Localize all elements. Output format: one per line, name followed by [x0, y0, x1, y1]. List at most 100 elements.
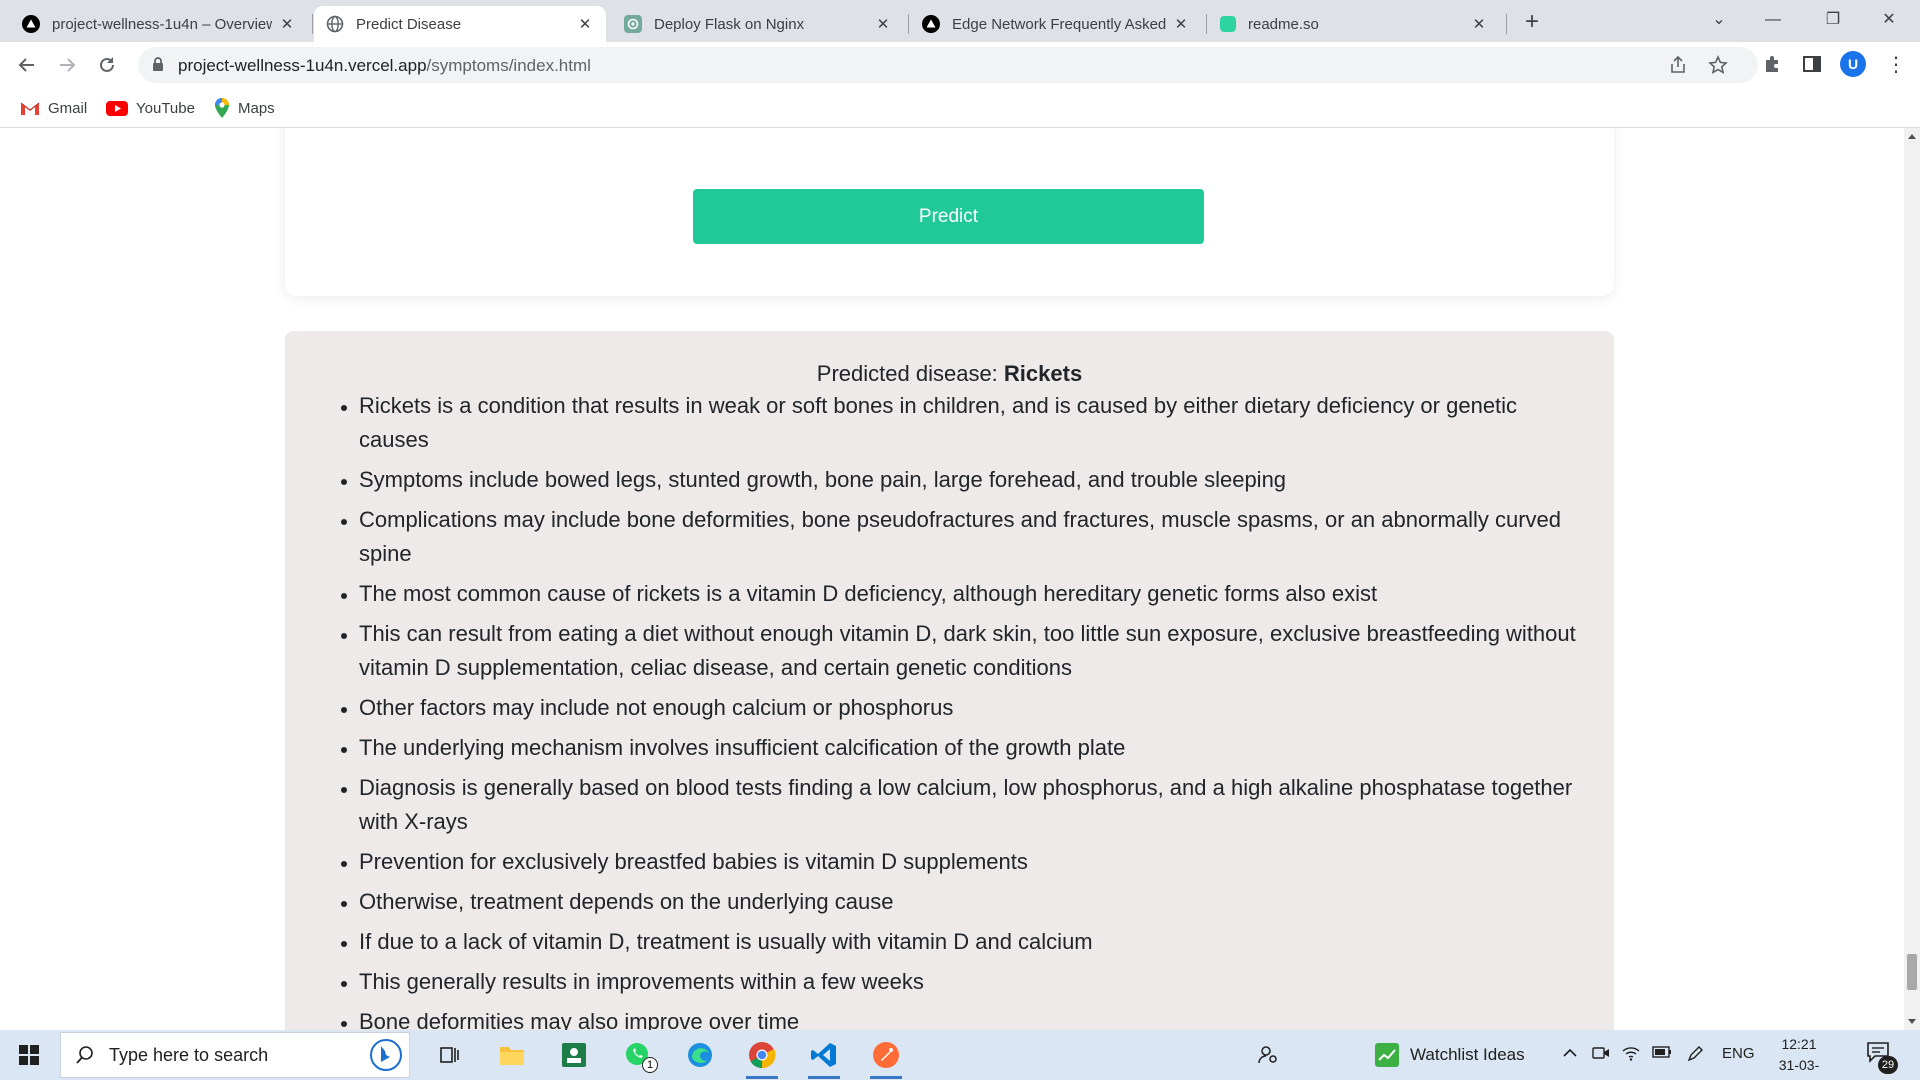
list-item: Complications may include bone deformiti…	[359, 503, 1579, 571]
tab-edge-network-faq[interactable]: Edge Network Frequently Asked Questions …	[910, 6, 1202, 42]
bookmark-label: Gmail	[48, 99, 88, 117]
stock-chart-icon	[1375, 1043, 1399, 1067]
tab-title: readme.so	[1248, 15, 1319, 33]
scrollbar-thumb[interactable]	[1907, 954, 1917, 990]
extensions-puzzle-icon[interactable]	[1762, 54, 1782, 79]
widget-label: Watchlist Ideas	[1410, 1045, 1525, 1064]
address-bar[interactable]: project-wellness-1u4n.vercel.app/symptom…	[138, 47, 1758, 83]
whatsapp-icon[interactable]: 1	[614, 1035, 662, 1075]
lock-icon	[152, 57, 164, 77]
tab-search-dropdown[interactable]: ⌄	[1696, 4, 1742, 36]
windows-taskbar: Type here to search 1 Watchlist Ideas EN…	[0, 1030, 1920, 1080]
side-panel-icon[interactable]	[1802, 54, 1822, 79]
close-window-button[interactable]: ✕	[1866, 4, 1912, 36]
bing-icon	[370, 1039, 402, 1071]
clock-date: 31-03-2023	[1778, 1057, 1820, 1080]
forward-button[interactable]	[52, 50, 82, 80]
forward-arrow-icon	[60, 58, 76, 72]
tab-divider	[1206, 14, 1207, 34]
profile-avatar[interactable]: U	[1840, 51, 1866, 77]
reload-icon	[100, 57, 114, 72]
scroll-up-arrow-icon[interactable]	[1908, 134, 1916, 139]
list-item: Rickets is a condition that results in w…	[359, 389, 1579, 457]
minimize-button[interactable]: —	[1750, 4, 1796, 36]
globe-icon	[326, 15, 344, 33]
edge-browser-icon[interactable]	[676, 1035, 724, 1075]
browser-menu-icon[interactable]: ⋮	[1884, 52, 1908, 78]
close-icon[interactable]: ✕	[576, 15, 594, 33]
back-button[interactable]	[12, 50, 42, 80]
whatsapp-badge: 1	[642, 1057, 658, 1073]
tab-title: Edge Network Frequently Asked Questions	[952, 15, 1166, 33]
scroll-down-arrow-icon[interactable]	[1908, 1019, 1916, 1024]
postman-icon[interactable]	[862, 1035, 910, 1079]
bookmark-label: Maps	[238, 99, 275, 117]
tab-divider	[312, 14, 313, 34]
page-scrollbar[interactable]	[1904, 128, 1920, 1030]
system-clock[interactable]: 12:21 31-03-2023	[1764, 1034, 1834, 1080]
new-tab-button[interactable]: +	[1518, 8, 1546, 36]
bookmark-youtube[interactable]: YouTube	[106, 96, 195, 120]
tab-vercel-overview[interactable]: project-wellness-1u4n – Overview ✕	[10, 6, 308, 42]
list-item: Symptoms include bowed legs, stunted gro…	[359, 463, 1579, 497]
restore-button[interactable]: ❐	[1810, 4, 1856, 36]
bookmark-label: YouTube	[136, 99, 195, 117]
watchlist-widget[interactable]: Watchlist Ideas	[1374, 1040, 1525, 1070]
close-icon[interactable]: ✕	[1172, 15, 1190, 33]
gmail-icon	[20, 102, 40, 115]
tab-title: project-wellness-1u4n – Overview	[52, 15, 272, 33]
url-text: project-wellness-1u4n.vercel.app/symptom…	[178, 56, 591, 76]
meet-now-icon[interactable]	[1592, 1045, 1610, 1065]
list-item: Diagnosis is generally based on blood te…	[359, 771, 1579, 839]
list-item: Prevention for exclusively breastfed bab…	[359, 845, 1579, 879]
language-indicator[interactable]: ENG	[1722, 1045, 1755, 1062]
close-icon[interactable]: ✕	[1470, 15, 1488, 33]
list-item: This generally results in improvements w…	[359, 965, 1579, 999]
reload-button[interactable]	[92, 50, 122, 80]
notification-count-badge: 29	[1878, 1056, 1898, 1074]
calendar-app-icon[interactable]	[550, 1035, 598, 1075]
back-arrow-icon	[18, 58, 34, 72]
task-view-icon[interactable]	[426, 1035, 474, 1075]
taskbar-search[interactable]: Type here to search	[60, 1032, 410, 1078]
list-item: If due to a lack of vitamin D, treatment…	[359, 925, 1579, 959]
vercel-triangle-icon	[922, 15, 940, 33]
vscode-icon[interactable]	[800, 1035, 848, 1079]
windows-logo-icon	[19, 1045, 39, 1065]
tab-predict-disease[interactable]: Predict Disease ✕	[314, 6, 606, 42]
tab-divider	[1506, 14, 1507, 34]
symptom-form-card: Predict	[285, 128, 1614, 296]
file-explorer-icon[interactable]	[488, 1035, 536, 1075]
start-button[interactable]	[0, 1030, 58, 1080]
list-item: The most common cause of rickets is a vi…	[359, 577, 1579, 611]
chevron-up-icon[interactable]	[1562, 1045, 1578, 1065]
list-item: Bone deformities may also improve over t…	[359, 1005, 1579, 1030]
close-icon[interactable]: ✕	[874, 15, 892, 33]
predict-button[interactable]: Predict	[693, 189, 1204, 244]
maps-icon	[215, 98, 229, 118]
share-icon[interactable]	[1668, 55, 1688, 80]
pen-icon[interactable]	[1686, 1045, 1704, 1067]
battery-icon[interactable]	[1652, 1045, 1672, 1063]
tab-divider	[908, 14, 909, 34]
url-host: project-wellness-1u4n.vercel.app	[178, 56, 427, 75]
clock-time: 12:21	[1781, 1036, 1817, 1052]
tab-deploy-flask[interactable]: Deploy Flask on Nginx ✕	[612, 6, 904, 42]
tab-readme-so[interactable]: readme.so ✕	[1208, 6, 1500, 42]
close-icon[interactable]: ✕	[278, 15, 296, 33]
tab-strip: project-wellness-1u4n – Overview ✕ Predi…	[0, 0, 1920, 42]
page-viewport: Predict Predicted disease: Rickets Ricke…	[0, 128, 1904, 1030]
youtube-icon	[106, 100, 128, 116]
bookmark-gmail[interactable]: Gmail	[20, 96, 87, 120]
bookmark-star-icon[interactable]	[1708, 55, 1728, 80]
wifi-icon[interactable]	[1622, 1045, 1640, 1065]
people-search-icon[interactable]	[1244, 1035, 1292, 1075]
list-item: The underlying mechanism involves insuff…	[359, 731, 1579, 765]
disease-name: Rickets	[1003, 361, 1083, 386]
chrome-icon[interactable]	[738, 1035, 786, 1079]
bookmark-maps[interactable]: Maps	[214, 96, 275, 120]
vercel-triangle-icon	[22, 15, 40, 33]
predicted-disease-heading: Predicted disease: Rickets	[285, 361, 1614, 387]
list-item: This can result from eating a diet witho…	[359, 617, 1579, 685]
list-item: Otherwise, treatment depends on the unde…	[359, 885, 1579, 919]
